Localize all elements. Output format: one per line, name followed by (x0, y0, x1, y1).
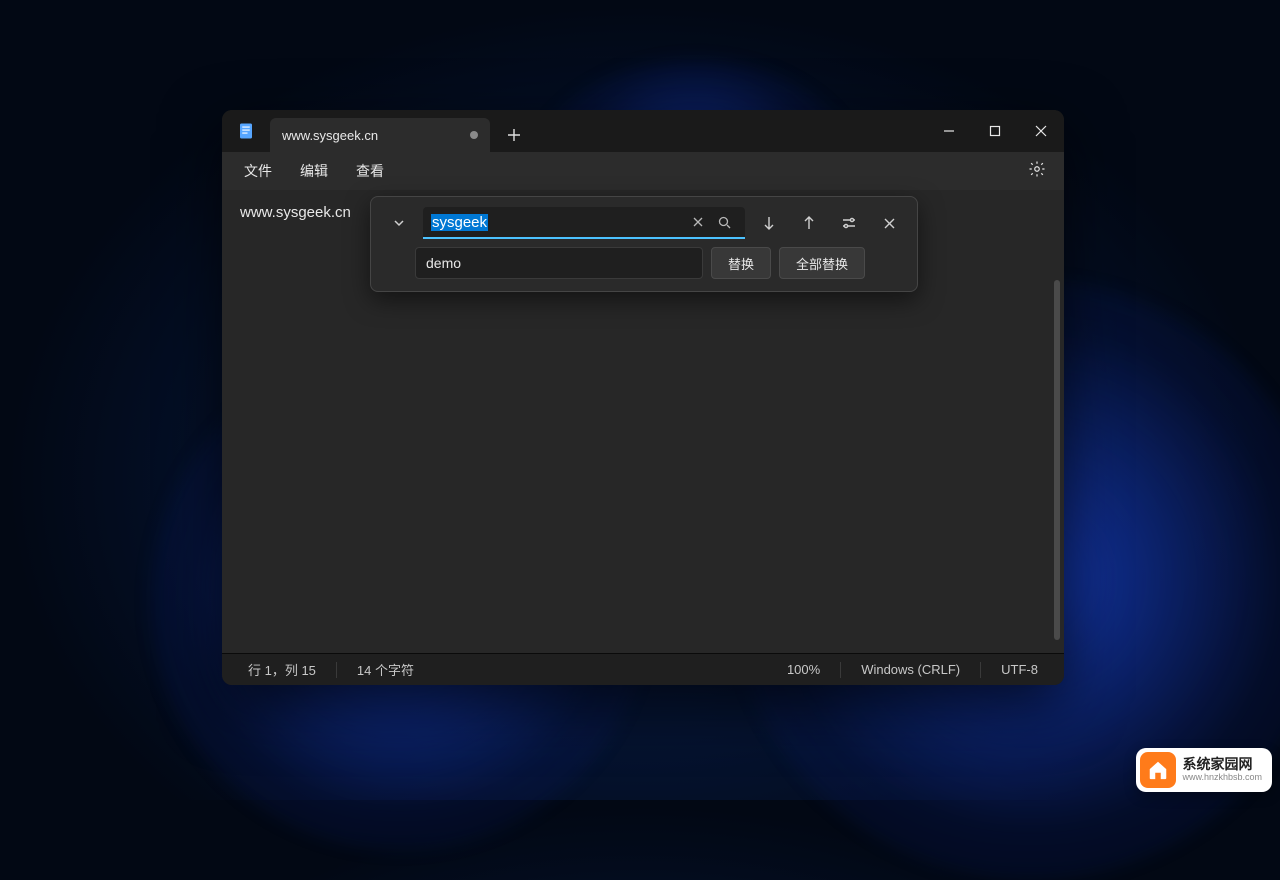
minimize-button[interactable] (926, 110, 972, 152)
tab-title: www.sysgeek.cn (282, 128, 378, 143)
status-zoom[interactable]: 100% (781, 662, 826, 677)
watermark-title: 系统家园网 (1182, 757, 1262, 772)
close-find-button[interactable] (873, 207, 905, 239)
settings-button[interactable] (1018, 154, 1056, 189)
modified-indicator-icon (470, 131, 478, 139)
replace-all-button[interactable]: 全部替换 (779, 247, 865, 279)
house-icon (1140, 752, 1176, 788)
status-line-ending[interactable]: Windows (CRLF) (855, 662, 966, 677)
search-input-wrapper: sysgeek (423, 207, 745, 239)
new-tab-button[interactable] (496, 118, 532, 152)
menubar: 文件 编辑 查看 (222, 152, 1064, 190)
find-previous-button[interactable] (793, 207, 825, 239)
editor-area[interactable]: www.sysgeek.cn sysgeek (222, 190, 1064, 653)
replace-input[interactable] (426, 255, 692, 271)
divider (336, 662, 337, 678)
watermark-url: www.hnzkhbsb.com (1182, 773, 1262, 783)
close-button[interactable] (1018, 110, 1064, 152)
replace-input-wrapper (415, 247, 703, 279)
vertical-scrollbar[interactable] (1054, 280, 1060, 640)
search-input[interactable]: sysgeek (431, 214, 488, 231)
replace-button[interactable]: 替换 (711, 247, 771, 279)
statusbar: 行 1，列 15 14 个字符 100% Windows (CRLF) UTF-… (222, 653, 1064, 685)
notepad-window: www.sysgeek.cn 文件 编辑 查看 www.sysgeek.cn (222, 110, 1064, 685)
maximize-button[interactable] (972, 110, 1018, 152)
divider (980, 662, 981, 678)
divider (840, 662, 841, 678)
editor-content: www.sysgeek.cn (240, 204, 351, 221)
menu-file[interactable]: 文件 (230, 155, 286, 187)
menu-edit[interactable]: 编辑 (286, 155, 342, 187)
status-encoding[interactable]: UTF-8 (995, 662, 1044, 677)
document-tab[interactable]: www.sysgeek.cn (270, 118, 490, 152)
watermark: 系统家园网 www.hnzkhbsb.com (1136, 748, 1272, 792)
search-options-button[interactable] (833, 207, 865, 239)
search-icon[interactable] (711, 216, 737, 229)
titlebar: www.sysgeek.cn (222, 110, 1064, 152)
clear-search-button[interactable] (685, 216, 711, 228)
menu-view[interactable]: 查看 (342, 155, 398, 187)
find-replace-panel: sysgeek (370, 196, 918, 292)
collapse-toggle-button[interactable] (383, 207, 415, 239)
find-next-button[interactable] (753, 207, 785, 239)
status-char-count: 14 个字符 (351, 660, 420, 679)
notepad-app-icon (222, 122, 270, 140)
status-cursor-position: 行 1，列 15 (242, 660, 322, 679)
